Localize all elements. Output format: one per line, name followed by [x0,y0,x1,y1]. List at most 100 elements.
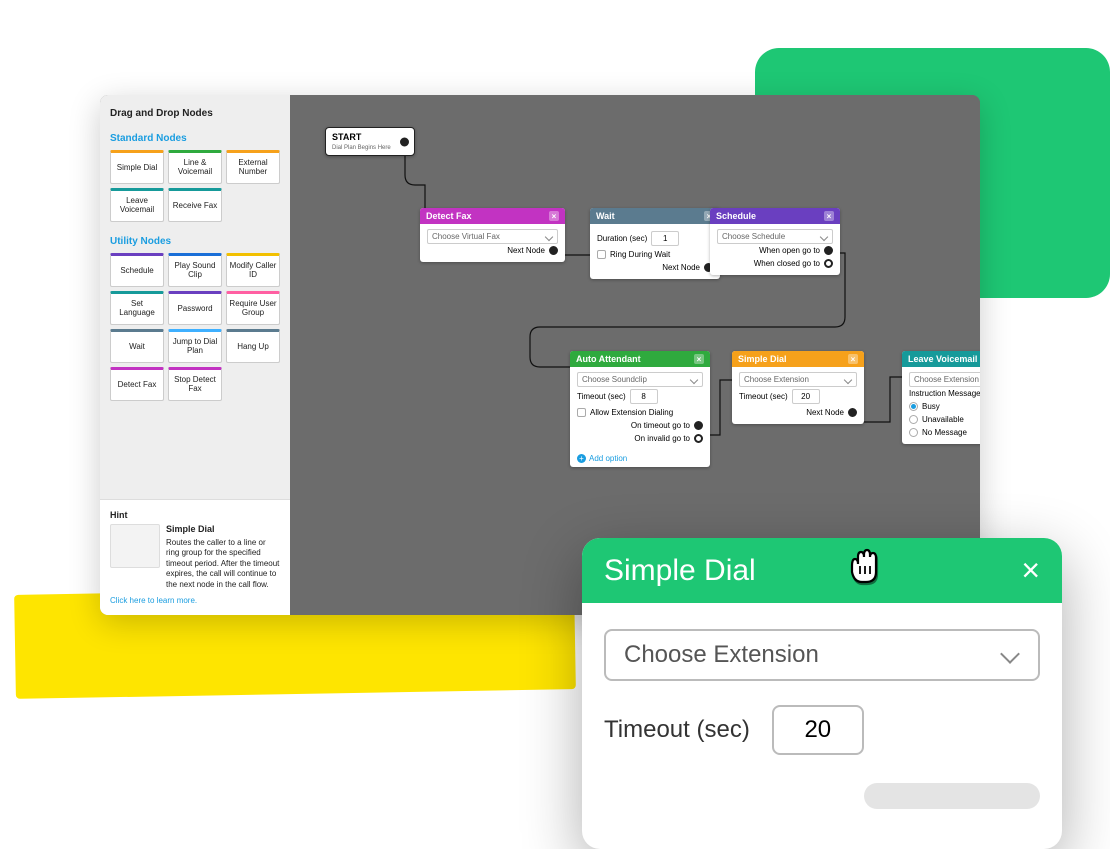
tile-hangup[interactable]: Hang Up [226,329,280,363]
auto-add-option[interactable]: Add option [570,450,710,467]
app-window: Drag and Drop Nodes Standard Nodes Simpl… [100,95,980,615]
tile-wait[interactable]: Wait [110,329,164,363]
chevron-down-icon [1002,646,1020,664]
dialog-timeout-label: Timeout (sec) [604,716,750,744]
tile-play-sound[interactable]: Play Sound Clip [168,253,222,287]
tile-line-voicemail[interactable]: Line & Voicemail [168,150,222,184]
simple-out-label: Next Node [806,408,844,417]
schedule-closed-label: When closed go to [754,259,820,268]
auto-title: Auto Attendant [576,354,641,364]
node-simple-dial[interactable]: Simple Dial × Choose Extension Timeout (… [732,351,864,424]
dialog-select-label: Choose Extension [624,641,819,669]
tile-leave-voicemail[interactable]: Leave Voicemail [110,188,164,222]
auto-allow-label: Allow Extension Dialing [590,408,673,417]
dialog-close-icon[interactable]: × [1021,552,1040,589]
tile-password[interactable]: Password [168,291,222,325]
utility-nodes-grid: Schedule Play Sound Clip Modify Caller I… [110,253,280,401]
simple-out-port[interactable] [848,408,857,417]
voicemail-opt2: Unavailable [922,415,964,424]
node-start[interactable]: START Dial Plan Begins Here [325,127,415,156]
dialog-header[interactable]: Simple Dial × [582,538,1062,603]
tile-jump-dialplan[interactable]: Jump to Dial Plan [168,329,222,363]
tile-modify-callerid[interactable]: Modify Caller ID [226,253,280,287]
auto-invalid-port[interactable] [694,434,703,443]
tile-stop-detect-fax[interactable]: Stop Detect Fax [168,367,222,401]
wait-ring-label: Ring During Wait [610,250,670,259]
schedule-header[interactable]: Schedule × [710,208,840,224]
schedule-open-label: When open go to [759,246,820,255]
wait-duration-input[interactable] [651,231,679,246]
chevron-down-icon [690,376,698,384]
auto-allow-checkbox[interactable] [577,408,586,417]
node-wait[interactable]: Wait × Duration (sec) Ring During Wait N… [590,208,720,279]
tile-detect-fax[interactable]: Detect Fax [110,367,164,401]
hint-body: Routes the caller to a line or ring grou… [166,538,279,589]
voicemail-msg-label: Instruction Message Type: [909,389,980,398]
auto-timeout-port[interactable] [694,421,703,430]
voicemail-opt3: No Message [922,428,967,437]
auto-invalid-out-label: On invalid go to [634,434,690,443]
tile-simple-dial[interactable]: Simple Dial [110,150,164,184]
simple-header[interactable]: Simple Dial × [732,351,864,367]
voicemail-select[interactable]: Choose Extension [909,372,980,387]
schedule-title: Schedule [716,211,756,221]
simple-dial-dialog[interactable]: Simple Dial × Choose Extension Timeout (… [582,538,1062,849]
sidebar-title: Drag and Drop Nodes [100,95,290,127]
voicemail-radio-unavailable[interactable] [909,415,918,424]
auto-timeout-label: Timeout (sec) [577,392,626,401]
chevron-down-icon [545,233,553,241]
start-subtitle: Dial Plan Begins Here [332,145,391,151]
tile-require-group[interactable]: Require User Group [226,291,280,325]
start-port[interactable] [400,137,409,146]
detect-fax-title: Detect Fax [426,211,472,221]
wait-header[interactable]: Wait × [590,208,720,224]
wait-ring-checkbox[interactable] [597,250,606,259]
hint-link[interactable]: Click here to learn more. [110,596,280,605]
auto-timeout-out-label: On timeout go to [631,421,690,430]
wait-out-label: Next Node [662,263,700,272]
detect-fax-header[interactable]: Detect Fax × [420,208,565,224]
voicemail-header[interactable]: Leave Voicemail × [902,351,980,367]
chevron-down-icon [844,376,852,384]
detect-fax-out-label: Next Node [507,246,545,255]
voicemail-opt1: Busy [922,402,940,411]
tile-external-number[interactable]: External Number [226,150,280,184]
schedule-close-icon[interactable]: × [824,211,834,221]
schedule-closed-port[interactable] [824,259,833,268]
detect-fax-select[interactable]: Choose Virtual Fax [427,229,558,244]
simple-close-icon[interactable]: × [848,354,858,364]
standard-nodes-grid: Simple Dial Line & Voicemail External Nu… [110,150,280,222]
voicemail-radio-nomessage[interactable] [909,428,918,437]
detect-fax-out-port[interactable] [549,246,558,255]
schedule-open-port[interactable] [824,246,833,255]
auto-close-icon[interactable]: × [694,354,704,364]
canvas[interactable]: START Dial Plan Begins Here Detect Fax ×… [290,95,980,615]
hint-node-name: Simple Dial [166,524,280,536]
dialog-title: Simple Dial [604,554,756,588]
node-auto-attendant[interactable]: Auto Attendant × Choose Soundclip Timeou… [570,351,710,467]
tile-set-language[interactable]: Set Language [110,291,164,325]
node-schedule[interactable]: Schedule × Choose Schedule When open go … [710,208,840,275]
chevron-down-icon [820,233,828,241]
schedule-select[interactable]: Choose Schedule [717,229,833,244]
auto-header[interactable]: Auto Attendant × [570,351,710,367]
tile-receive-fax[interactable]: Receive Fax [168,188,222,222]
simple-timeout-input[interactable] [792,389,820,404]
utility-nodes-section: Utility Nodes Schedule Play Sound Clip M… [100,230,290,409]
wait-duration-label: Duration (sec) [597,234,647,243]
voicemail-radio-busy[interactable] [909,402,918,411]
node-leave-voicemail[interactable]: Leave Voicemail × Choose Extension Instr… [902,351,980,444]
dialog-timeout-input[interactable] [772,705,864,755]
hint-panel: Hint Simple Dial Routes the caller to a … [100,499,290,615]
dialog-extension-select[interactable]: Choose Extension [604,629,1040,681]
standard-nodes-title: Standard Nodes [110,127,280,150]
auto-timeout-input[interactable] [630,389,658,404]
hint-thumbnail [110,524,160,568]
node-detect-fax[interactable]: Detect Fax × Choose Virtual Fax Next Nod… [420,208,565,262]
simple-select[interactable]: Choose Extension [739,372,857,387]
auto-select[interactable]: Choose Soundclip [577,372,703,387]
standard-nodes-section: Standard Nodes Simple Dial Line & Voicem… [100,127,290,230]
start-title: START [332,132,394,142]
tile-schedule[interactable]: Schedule [110,253,164,287]
detect-fax-close-icon[interactable]: × [549,211,559,221]
